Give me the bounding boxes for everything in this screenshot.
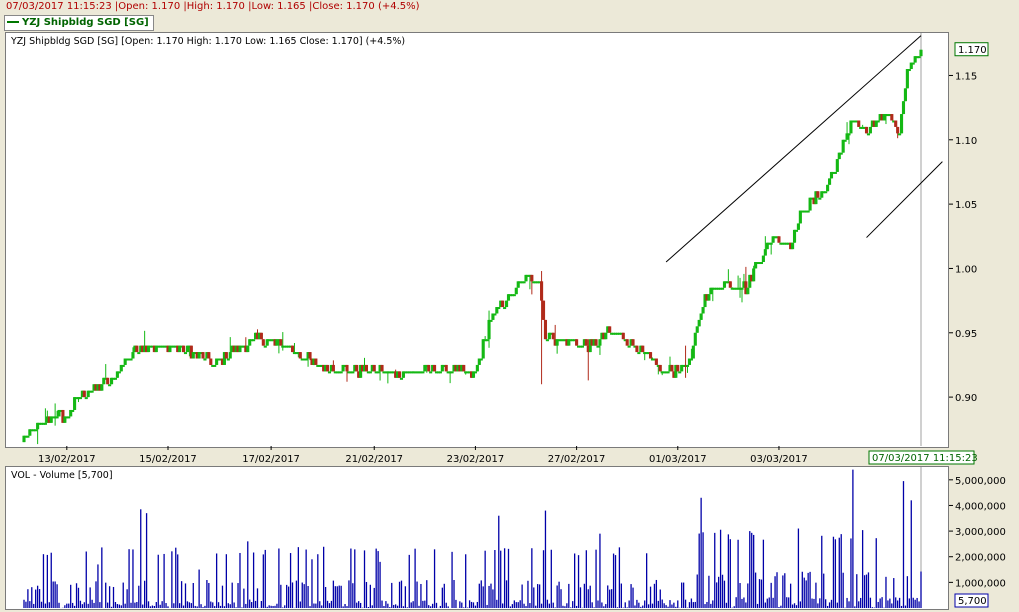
cursor-time-tag xyxy=(868,450,975,465)
date-axis-tick-label: 15/02/2017 xyxy=(139,454,197,465)
series-legend-label: YZJ Shipbldg SGD [SG] xyxy=(22,17,149,28)
last-volume-tag xyxy=(954,593,989,608)
date-axis-tick-label: 21/02/2017 xyxy=(345,454,403,465)
header-high: |High: 1.170 xyxy=(183,1,245,12)
volume-axis-tick-label: 1,000,000 xyxy=(955,578,1006,589)
date-axis-tick-label: 03/03/2017 xyxy=(750,454,808,465)
price-chart-panel[interactable]: YZJ Shipbldg SGD [SG] [Open: 1.170 High:… xyxy=(5,32,949,448)
volume-axis-tick-label: 5,000,000 xyxy=(955,476,1006,487)
date-axis-tick-label: 17/02/2017 xyxy=(242,454,300,465)
price-axis-tick-label: 1.10 xyxy=(955,136,977,147)
volume-panel-title: VOL - Volume [5,700] xyxy=(11,470,113,481)
volume-axis-tick-label: 2,000,000 xyxy=(955,553,1006,564)
price-panel-title: YZJ Shipbldg SGD [SG] [Open: 1.170 High:… xyxy=(11,36,406,47)
date-axis-tick-label: 13/02/2017 xyxy=(38,454,96,465)
price-axis-tick-label: 1.00 xyxy=(955,264,977,275)
volume-axis-tick-label: 4,000,000 xyxy=(955,501,1006,512)
date-axis-tick-label: 01/03/2017 xyxy=(649,454,707,465)
header-low: |Low: 1.165 xyxy=(248,1,306,12)
price-axis-tick-label: 0.95 xyxy=(955,329,977,340)
quote-header: 07/03/2017 11:15:23 |Open: 1.170 |High: … xyxy=(0,0,1019,14)
last-price-tag xyxy=(954,42,989,57)
price-axis-tick-label: 0.90 xyxy=(955,393,977,404)
date-axis-tick-label: 23/02/2017 xyxy=(447,454,505,465)
series-line-icon xyxy=(7,21,19,23)
header-close: |Close: 1.170 (+4.5%) xyxy=(308,1,420,12)
last-price-tag-label: 1.170 xyxy=(958,45,987,56)
header-open: |Open: 1.170 xyxy=(114,1,181,12)
price-axis-tick-label: 1.15 xyxy=(955,71,977,82)
date-axis-tick-label: 27/02/2017 xyxy=(548,454,606,465)
header-datetime: 07/03/2017 11:15:23 xyxy=(6,1,112,12)
volume-axis-tick-label: 3,000,000 xyxy=(955,527,1006,538)
series-legend-button[interactable]: YZJ Shipbldg SGD [SG] xyxy=(4,15,154,31)
volume-chart-panel[interactable]: VOL - Volume [5,700] xyxy=(5,466,949,610)
price-axis-tick-label: 1.05 xyxy=(955,200,977,211)
cursor-time-tag-label: 07/03/2017 11:15:23 xyxy=(872,453,978,464)
last-volume-tag-label: 5,700 xyxy=(958,596,987,607)
